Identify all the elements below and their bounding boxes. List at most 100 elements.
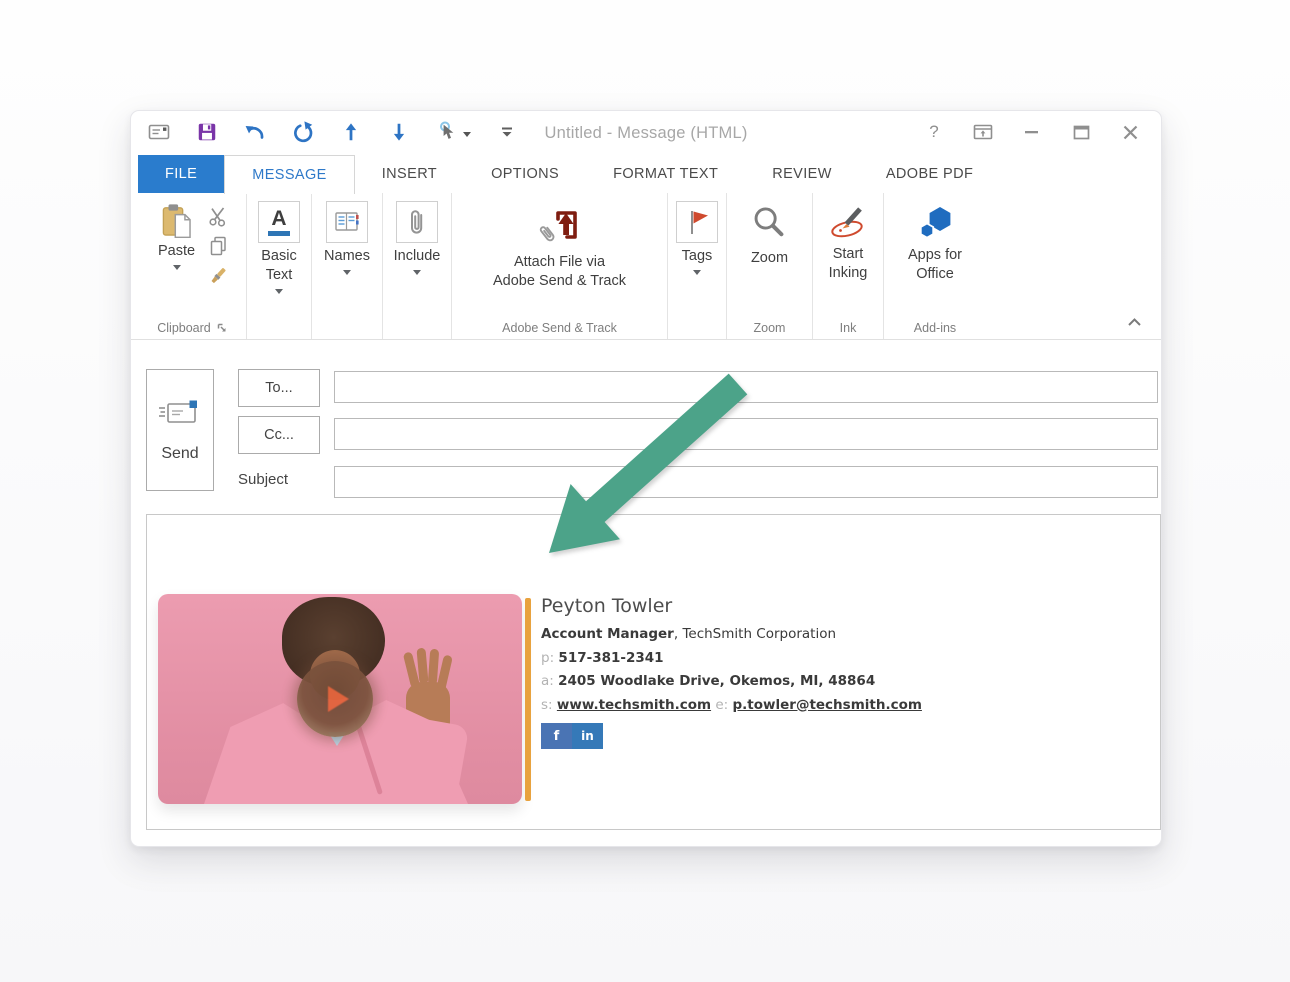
- names-dropdown-caret: [343, 270, 351, 275]
- zoom-label: Zoom: [751, 249, 788, 268]
- help-button[interactable]: ?: [923, 119, 945, 145]
- start-inking-button[interactable]: Start Inking: [824, 199, 872, 316]
- signature-address-line: a: 2405 Woodlake Drive, Okemos, MI, 4886…: [541, 670, 1101, 694]
- to-button[interactable]: To...: [238, 369, 320, 407]
- basic-text-label-line1: Basic: [261, 247, 296, 266]
- signature-accent-bar: [525, 598, 531, 801]
- attach-file-adobe-button[interactable]: Attach File via Adobe Send & Track: [489, 199, 630, 316]
- basic-text-group: A Basic Text: [247, 193, 312, 339]
- clipboard-group-label: Clipboard: [157, 321, 211, 335]
- tab-adobe-pdf[interactable]: ADOBE PDF: [859, 155, 1000, 193]
- include-button[interactable]: Include: [390, 199, 445, 316]
- tags-dropdown-caret: [693, 270, 701, 275]
- cc-button[interactable]: Cc...: [238, 416, 320, 454]
- addins-label-line2: Office: [916, 265, 954, 284]
- basic-text-button[interactable]: A Basic Text: [254, 199, 304, 316]
- signature-title-line: Account Manager, TechSmith Corporation: [541, 623, 1101, 647]
- desktop-background: Untitled - Message (HTML) ? FILE M: [0, 0, 1290, 982]
- signature-company: , TechSmith Corporation: [674, 626, 836, 642]
- title-bar: Untitled - Message (HTML) ?: [131, 111, 1161, 155]
- basic-text-label-line2: Text: [266, 266, 293, 285]
- tab-file[interactable]: FILE: [138, 155, 224, 193]
- paste-label: Paste: [158, 242, 195, 261]
- inking-pen-icon: [828, 205, 868, 239]
- ink-group-label: Ink: [840, 321, 857, 335]
- collapse-ribbon-button[interactable]: [1123, 313, 1145, 331]
- signature-video-thumbnail[interactable]: [158, 594, 522, 804]
- zoom-group-label: Zoom: [754, 321, 786, 335]
- window-controls: ?: [923, 119, 1141, 145]
- ink-group: Start Inking Ink: [813, 193, 884, 339]
- address-book-icon: [326, 201, 368, 243]
- person-finger: [416, 648, 428, 685]
- paste-dropdown-caret: [173, 265, 181, 270]
- clipboard-group: Paste: [139, 193, 247, 339]
- addins-label-line1: Apps for: [908, 246, 962, 265]
- addins-group-label: Add-ins: [914, 321, 956, 335]
- to-button-label: To...: [265, 380, 292, 396]
- tab-review[interactable]: REVIEW: [745, 155, 859, 193]
- names-label: Names: [324, 247, 370, 266]
- paste-button[interactable]: Paste: [154, 199, 199, 316]
- adobe-attach-label-line2: Adobe Send & Track: [493, 272, 626, 291]
- ribbon-display-options-button[interactable]: [972, 119, 994, 145]
- tab-options[interactable]: OPTIONS: [464, 155, 586, 193]
- zoom-button[interactable]: Zoom: [747, 199, 792, 316]
- play-icon: [328, 686, 349, 712]
- zoom-group: Zoom Zoom: [727, 193, 813, 339]
- address-label: a:: [541, 673, 554, 689]
- cut-button[interactable]: [205, 203, 231, 228]
- cc-field[interactable]: [334, 418, 1158, 450]
- tags-button[interactable]: Tags: [672, 199, 722, 316]
- email-label: e:: [715, 697, 728, 713]
- copy-icon: [207, 235, 229, 257]
- message-window: Untitled - Message (HTML) ? FILE M: [130, 110, 1162, 847]
- address-value: 2405 Woodlake Drive, Okemos, MI, 48864: [558, 673, 875, 689]
- chevron-up-icon: [1127, 318, 1142, 327]
- signature-links-line: s: www.techsmith.com e: p.towler@techsmi…: [541, 694, 1101, 718]
- website-link[interactable]: www.techsmith.com: [557, 697, 711, 713]
- send-button[interactable]: Send: [146, 369, 214, 491]
- addins-group: Apps for Office Add-ins: [884, 193, 986, 339]
- subject-field[interactable]: [334, 466, 1158, 498]
- email-link[interactable]: p.towler@techsmith.com: [733, 697, 922, 713]
- paste-icon: [160, 202, 194, 242]
- apps-for-office-button[interactable]: Apps for Office: [904, 199, 966, 316]
- ribbon-tab-bar: FILE MESSAGE INSERT OPTIONS FORMAT TEXT …: [131, 155, 1161, 194]
- to-field[interactable]: [334, 371, 1158, 403]
- tab-message[interactable]: MESSAGE: [224, 155, 355, 194]
- include-group: Include: [383, 193, 452, 339]
- include-label: Include: [394, 247, 441, 266]
- copy-button[interactable]: [205, 233, 231, 258]
- clipboard-dialog-launcher[interactable]: [216, 322, 228, 334]
- basic-text-dropdown-caret: [275, 289, 283, 294]
- linkedin-icon[interactable]: in: [572, 723, 603, 749]
- signature-job-title: Account Manager: [541, 626, 674, 642]
- adobe-attach-icon: [534, 203, 586, 249]
- magnifier-icon: [751, 205, 787, 241]
- names-group: Names: [312, 193, 383, 339]
- tags-label: Tags: [682, 247, 713, 266]
- adobe-group-label: Adobe Send & Track: [502, 321, 617, 335]
- facebook-icon[interactable]: f: [541, 723, 572, 749]
- names-button[interactable]: Names: [320, 199, 374, 316]
- cc-button-label: Cc...: [264, 427, 294, 443]
- flag-icon: [676, 201, 718, 243]
- minimize-button[interactable]: [1021, 119, 1043, 145]
- ink-label-line2: Inking: [829, 264, 868, 283]
- maximize-button[interactable]: [1070, 119, 1092, 145]
- format-painter-button[interactable]: [205, 263, 231, 288]
- person-finger: [436, 654, 453, 691]
- ribbon: Paste: [131, 193, 1161, 340]
- tab-insert[interactable]: INSERT: [355, 155, 464, 193]
- play-button[interactable]: [297, 661, 373, 737]
- adobe-attach-label-line1: Attach File via: [514, 253, 605, 272]
- basic-text-icon: A: [258, 201, 300, 243]
- close-button[interactable]: [1119, 119, 1141, 145]
- include-dropdown-caret: [413, 270, 421, 275]
- ink-label-line1: Start: [833, 245, 864, 264]
- signature-block: Peyton Towler Account Manager, TechSmith…: [541, 595, 1101, 749]
- send-label: Send: [161, 445, 198, 463]
- tab-format-text[interactable]: FORMAT TEXT: [586, 155, 745, 193]
- send-envelope-icon: [157, 397, 203, 429]
